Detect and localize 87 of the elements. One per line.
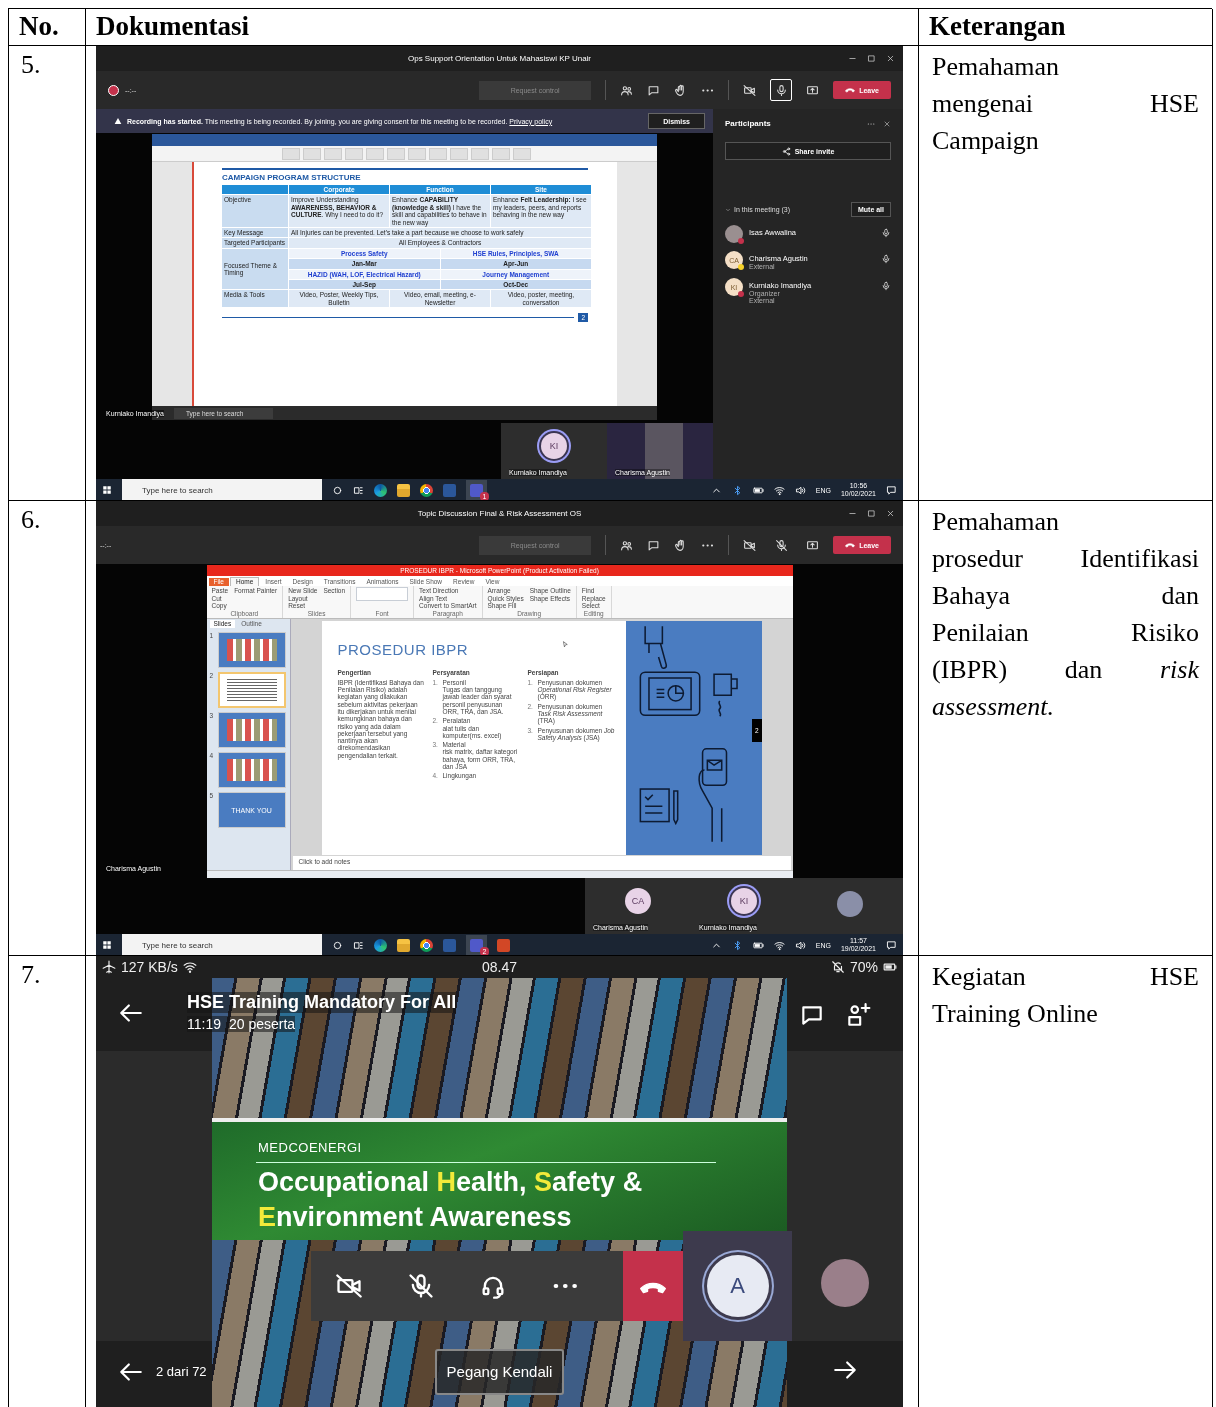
panel-title: Participants bbox=[725, 119, 771, 128]
browser-app-icon[interactable] bbox=[374, 938, 387, 952]
meeting-duration: 11:19 bbox=[187, 1016, 221, 1032]
volume-icon[interactable] bbox=[794, 939, 806, 951]
people-icon[interactable] bbox=[620, 538, 634, 552]
mic-icon[interactable] bbox=[881, 228, 891, 238]
column-header: No. bbox=[9, 9, 86, 46]
browser-app-icon[interactable] bbox=[420, 938, 433, 952]
slide-thumbnail[interactable] bbox=[217, 632, 286, 668]
battery-level: 70% bbox=[849, 959, 878, 975]
task-view-icon[interactable] bbox=[353, 939, 364, 951]
column-header: Keterangan bbox=[919, 9, 1213, 46]
close-icon[interactable] bbox=[886, 509, 895, 518]
share-icon bbox=[781, 146, 791, 156]
slide-thumbnail[interactable] bbox=[217, 672, 286, 708]
volume-icon[interactable] bbox=[794, 484, 806, 496]
wifi-icon[interactable] bbox=[773, 939, 785, 951]
meeting-title: HSE Training Mandatory For All bbox=[187, 992, 457, 1013]
folder-app-icon[interactable] bbox=[397, 938, 410, 952]
camera-off-icon[interactable] bbox=[743, 538, 757, 552]
description: Pemahaman mengenai HSE Campaign bbox=[932, 51, 1199, 157]
windows-icon[interactable] bbox=[102, 485, 112, 495]
attendee-count: 20 peserta bbox=[229, 1016, 296, 1032]
warning-icon bbox=[114, 117, 122, 125]
bell-off-icon bbox=[830, 960, 845, 974]
take-control-button[interactable]: Pegang Kendali bbox=[434, 1348, 565, 1395]
hang-up-button[interactable] bbox=[623, 1251, 683, 1321]
slide-title: Occupational Health, Safety & Environment Awareness bbox=[258, 1166, 644, 1234]
folder-app-icon[interactable] bbox=[397, 483, 410, 497]
share-screen-icon[interactable] bbox=[806, 83, 820, 97]
window-title: Topic Discussion Final & Risk Assessment OS bbox=[417, 509, 582, 518]
hang-up-icon bbox=[845, 542, 856, 548]
slide-thumbnail[interactable] bbox=[217, 752, 286, 788]
maximize-icon[interactable] bbox=[867, 509, 876, 518]
notification-icon[interactable] bbox=[886, 484, 897, 496]
presentation-app-icon[interactable] bbox=[497, 938, 510, 952]
mic-off-icon[interactable] bbox=[774, 538, 788, 552]
cortana-icon[interactable] bbox=[332, 939, 343, 951]
windows-icon[interactable] bbox=[102, 940, 112, 950]
maximize-icon[interactable] bbox=[867, 54, 876, 63]
slide-title: PROSEDUR IBPR bbox=[337, 640, 469, 658]
wifi-icon bbox=[182, 960, 197, 974]
avatar: KI bbox=[731, 888, 757, 914]
slide-thumbnail[interactable] bbox=[217, 712, 286, 748]
profile-photo bbox=[725, 225, 743, 243]
status-time: 08.47 bbox=[481, 959, 517, 975]
hang-up-icon bbox=[845, 87, 856, 93]
mic-off-icon[interactable] bbox=[407, 1272, 435, 1300]
chat-icon[interactable] bbox=[647, 538, 661, 552]
camera-off-icon[interactable] bbox=[743, 83, 757, 97]
profile-photo bbox=[821, 1259, 869, 1307]
page-counter: 2 dari 72 bbox=[156, 1364, 207, 1379]
document-heading: CAMPAIGN PROGRAM STRUCTURE bbox=[222, 168, 588, 182]
battery-icon bbox=[883, 960, 897, 974]
chat-icon[interactable] bbox=[647, 83, 661, 97]
search-field[interactable]: Type here to search bbox=[122, 479, 322, 500]
row-number: 7. bbox=[21, 960, 41, 989]
task-view-icon[interactable] bbox=[353, 484, 364, 496]
company-logo: MEDCOENERGI bbox=[258, 1140, 362, 1155]
airplane-icon bbox=[102, 960, 116, 974]
mic-icon[interactable] bbox=[774, 83, 788, 97]
window-title: Ops Support Orientation Untuk Mahasiswi KP Unair bbox=[407, 54, 591, 63]
cortana-icon[interactable] bbox=[332, 484, 343, 496]
add-people-icon[interactable] bbox=[845, 1001, 871, 1028]
close-icon[interactable] bbox=[883, 119, 891, 128]
browser-app-icon[interactable] bbox=[420, 483, 433, 497]
description: Kegiatan HSE Training Online bbox=[932, 961, 1199, 1030]
font-field[interactable] bbox=[356, 587, 409, 601]
browser-app-icon[interactable] bbox=[374, 483, 387, 497]
description: Pemahaman prosedur Identifikasi Bahaya dan Penilaian Risiko (IBPR) dan risk assessment. bbox=[932, 506, 1199, 723]
network-speed: 127 KB/s bbox=[121, 959, 178, 975]
notification-icon[interactable] bbox=[886, 939, 897, 951]
search-field[interactable]: Type here to search bbox=[122, 934, 322, 955]
share-screen-icon[interactable] bbox=[806, 538, 820, 552]
avatar: CA bbox=[625, 888, 651, 914]
avatar: KI bbox=[541, 433, 567, 459]
row-number: 6. bbox=[21, 505, 41, 534]
table-cell bbox=[222, 185, 288, 195]
close-icon[interactable] bbox=[886, 54, 895, 63]
camera-off-icon[interactable] bbox=[335, 1272, 363, 1300]
cursor-icon bbox=[561, 640, 569, 648]
mic-icon[interactable] bbox=[881, 254, 891, 264]
video-tile[interactable] bbox=[797, 878, 903, 934]
row-number: 5. bbox=[21, 50, 41, 79]
wifi-icon[interactable] bbox=[773, 484, 785, 496]
mic-icon[interactable] bbox=[881, 281, 891, 291]
people-icon[interactable] bbox=[620, 83, 634, 97]
